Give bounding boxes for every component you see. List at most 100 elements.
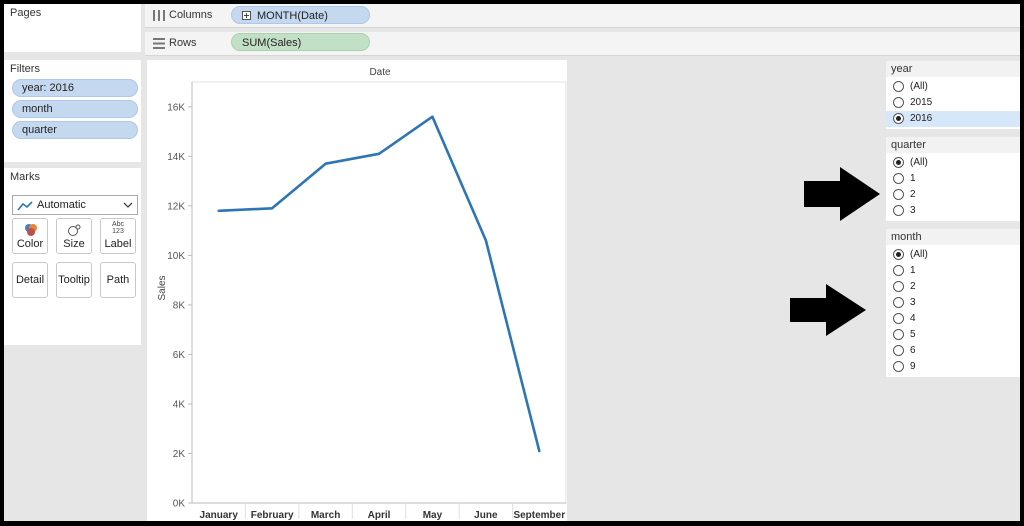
rows-icon xyxy=(153,38,165,49)
quick-filter-quarter-header: quarter xyxy=(886,137,1020,153)
color-circles-icon xyxy=(25,224,37,236)
marks-path-button[interactable]: Path xyxy=(100,262,136,298)
radio-button[interactable] xyxy=(893,189,904,200)
sales-series-line[interactable] xyxy=(217,115,541,453)
radio-button[interactable] xyxy=(893,297,904,308)
x-tick-label: September xyxy=(513,510,565,521)
radio-button[interactable] xyxy=(893,281,904,292)
pages-title: Pages xyxy=(10,7,42,19)
mark-type-value: Automatic xyxy=(37,199,86,211)
marks-size-button[interactable]: Size xyxy=(56,218,92,254)
y-tick-label: 8K xyxy=(173,300,186,311)
marks-tooltip-label: Tooltip xyxy=(58,274,90,286)
radio-button[interactable] xyxy=(893,173,904,184)
filters-card: Filters year: 2016 month quarter xyxy=(4,60,141,162)
chart-title: Date xyxy=(369,67,391,78)
rows-pill-label: SUM(Sales) xyxy=(242,37,302,49)
month-option-all[interactable]: (All) xyxy=(886,247,1020,263)
chart-panel: Date Sales 0K 2K 4K 6K 8K 10K 12K 14K 16K Januar… xyxy=(147,60,567,521)
marks-label-label: Label xyxy=(104,238,132,250)
quarter-option-all[interactable]: (All) xyxy=(886,155,1020,171)
quarter-option-2[interactable]: 2 xyxy=(886,187,1020,203)
y-tick-label: 2K xyxy=(173,449,186,460)
chevron-down-icon[interactable] xyxy=(123,199,133,211)
month-option-1[interactable]: 1 xyxy=(886,263,1020,279)
radio-button[interactable] xyxy=(893,265,904,276)
marks-title: Marks xyxy=(10,171,40,183)
y-tick-label: 6K xyxy=(173,350,186,361)
quick-filter-year-title: year xyxy=(891,63,913,75)
x-tick-label: May xyxy=(423,510,443,521)
marks-size-label: Size xyxy=(63,238,85,250)
radio-button[interactable] xyxy=(893,81,904,92)
y-tick-label: 0K xyxy=(173,499,186,510)
y-tick-label: 14K xyxy=(167,152,185,163)
columns-pill-label: MONTH(Date) xyxy=(257,10,328,22)
plot-area xyxy=(191,81,567,504)
expand-plus-icon[interactable] xyxy=(242,11,251,20)
filter-pill-year[interactable]: year: 2016 xyxy=(12,79,138,97)
columns-icon xyxy=(153,10,165,21)
black-arrow-right-icon xyxy=(790,284,866,336)
filter-pill-quarter[interactable]: quarter xyxy=(12,121,138,139)
size-circles-icon xyxy=(68,224,81,236)
sales-line-chart: Date Sales 0K 2K 4K 6K 8K 10K 12K 14K 16K Januar… xyxy=(157,67,567,521)
radio-button[interactable] xyxy=(893,345,904,356)
radio-button[interactable] xyxy=(893,313,904,324)
y-tick-label: 10K xyxy=(167,251,185,262)
month-option-9[interactable]: 9 xyxy=(886,359,1020,375)
radio-button[interactable] xyxy=(893,249,904,260)
y-tick-label: 16K xyxy=(167,102,185,113)
marks-tooltip-button[interactable]: Tooltip xyxy=(56,262,92,298)
radio-button[interactable] xyxy=(893,205,904,216)
marks-color-button[interactable]: Color xyxy=(12,218,48,254)
month-option-2[interactable]: 2 xyxy=(886,279,1020,295)
filters-title: Filters xyxy=(10,63,40,75)
rows-pill-sum-sales[interactable]: SUM(Sales) xyxy=(231,33,370,51)
quick-filter-year-header: year xyxy=(886,61,1020,77)
quick-filter-month-header: month xyxy=(886,229,1020,245)
radio-button[interactable] xyxy=(893,157,904,168)
quarter-option-3[interactable]: 3 xyxy=(886,203,1020,219)
marks-label-button[interactable]: Abc 123 Label xyxy=(100,218,136,254)
quick-filter-month: month (All) 1 2 3 4 5 6 9 xyxy=(886,229,1020,377)
y-axis-label: Sales xyxy=(157,275,168,300)
mark-type-dropdown[interactable]: Automatic xyxy=(12,195,138,215)
rows-shelf-label: Rows xyxy=(169,37,197,49)
radio-button[interactable] xyxy=(893,329,904,340)
pages-card: Pages xyxy=(4,4,141,52)
month-option-4[interactable]: 4 xyxy=(886,311,1020,327)
columns-shelf-label: Columns xyxy=(169,9,213,21)
year-option-all[interactable]: (All) xyxy=(886,79,1020,95)
abc-123-icon: Abc 123 xyxy=(111,221,125,235)
year-option-2016[interactable]: 2016 xyxy=(886,111,1020,127)
y-tick-label: 12K xyxy=(167,201,185,212)
marks-color-label: Color xyxy=(16,238,44,250)
x-tick-label: June xyxy=(474,510,498,521)
marks-detail-label: Detail xyxy=(15,274,45,286)
month-option-6[interactable]: 6 xyxy=(886,343,1020,359)
x-tick-label: February xyxy=(251,510,294,521)
quick-filter-year: year (All) 2015 2016 xyxy=(886,61,1020,129)
month-option-3[interactable]: 3 xyxy=(886,295,1020,311)
filter-pill-month[interactable]: month xyxy=(12,100,138,118)
year-option-2015[interactable]: 2015 xyxy=(886,95,1020,111)
tableau-workspace: Pages Columns MONTH(Date) Rows SUM(Sales… xyxy=(4,4,1020,521)
x-tick-label: March xyxy=(311,510,340,521)
radio-button[interactable] xyxy=(893,361,904,372)
x-tick-label: April xyxy=(368,510,391,521)
marks-detail-button[interactable]: Detail xyxy=(12,262,48,298)
columns-pill-month-date[interactable]: MONTH(Date) xyxy=(231,6,370,24)
quick-filter-quarter-title: quarter xyxy=(891,139,926,151)
month-option-5[interactable]: 5 xyxy=(886,327,1020,343)
line-mark-icon xyxy=(17,201,33,211)
x-tick-label: January xyxy=(200,510,239,521)
quick-filter-quarter: quarter (All) 1 2 3 xyxy=(886,137,1020,221)
quarter-option-1[interactable]: 1 xyxy=(886,171,1020,187)
radio-button[interactable] xyxy=(893,113,904,124)
black-arrow-right-icon xyxy=(804,167,880,221)
marks-path-label: Path xyxy=(106,274,130,286)
quick-filter-month-title: month xyxy=(891,231,922,243)
radio-button[interactable] xyxy=(893,97,904,108)
y-tick-label: 4K xyxy=(173,399,186,410)
